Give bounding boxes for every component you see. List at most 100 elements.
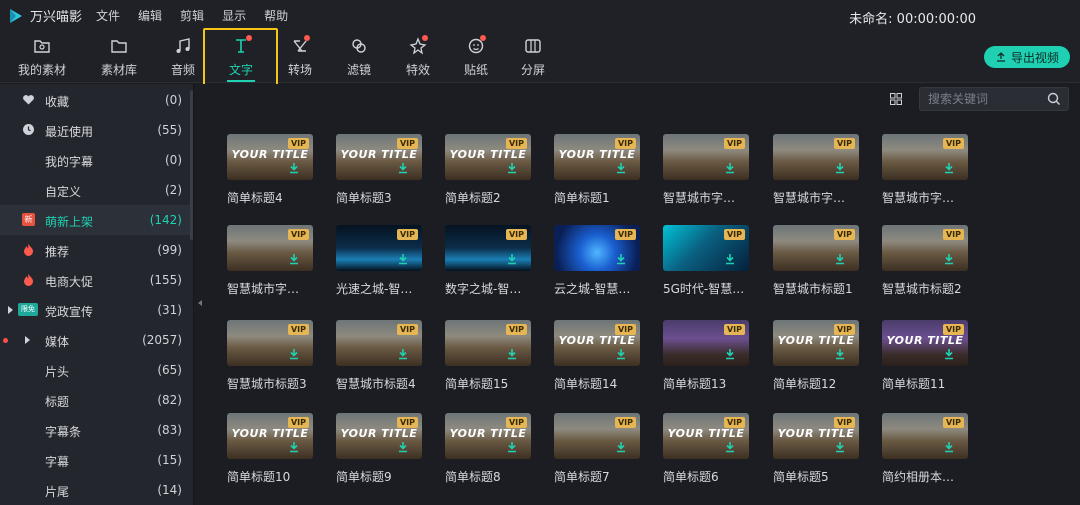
- template-tile[interactable]: YOUR TITLE VIP 简单标题8: [445, 413, 531, 491]
- download-icon[interactable]: [398, 348, 408, 360]
- menu-clip[interactable]: 剪辑: [180, 7, 204, 24]
- template-tile[interactable]: VIP 简单标题7: [554, 413, 640, 491]
- download-icon[interactable]: [507, 441, 517, 453]
- sidebar-item-ecommerce[interactable]: 电商大促 (155): [0, 265, 193, 295]
- menu-edit[interactable]: 编辑: [138, 7, 162, 24]
- download-icon[interactable]: [725, 348, 735, 360]
- menu-view[interactable]: 显示: [222, 7, 246, 24]
- template-tile[interactable]: VIP 光速之城-智…: [336, 225, 422, 303]
- template-tile[interactable]: VIP 简单标题13: [663, 320, 749, 398]
- template-tile[interactable]: VIP 简单标题15: [445, 320, 531, 398]
- sidebar-item-recommended[interactable]: 推荐 (99): [0, 235, 193, 265]
- download-icon[interactable]: [944, 348, 954, 360]
- sidebar-item-media[interactable]: 媒体 (2057): [0, 325, 193, 355]
- notification-dot: [3, 338, 8, 343]
- download-icon[interactable]: [944, 253, 954, 265]
- download-icon[interactable]: [835, 348, 845, 360]
- expand-arrow-icon[interactable]: [25, 336, 30, 344]
- download-icon[interactable]: [835, 253, 845, 265]
- template-tile[interactable]: YOUR TITLE VIP 简单标题6: [663, 413, 749, 491]
- search-box: [919, 87, 1069, 111]
- sidebar-item-lower-thirds[interactable]: 字幕条 (83): [0, 415, 193, 445]
- sidebar-item-intro[interactable]: 片头 (65): [0, 355, 193, 385]
- template-tile[interactable]: VIP 智慧城市字…: [227, 225, 313, 303]
- template-thumbnail: VIP: [336, 320, 422, 366]
- download-icon[interactable]: [507, 348, 517, 360]
- template-tile[interactable]: YOUR TITLE VIP 简单标题2: [445, 134, 531, 212]
- search-input[interactable]: [920, 88, 1040, 110]
- download-icon[interactable]: [616, 441, 626, 453]
- download-icon[interactable]: [289, 253, 299, 265]
- app-logo-icon: [10, 8, 22, 23]
- template-tile[interactable]: YOUR TITLE VIP 简单标题12: [773, 320, 859, 398]
- template-caption: 智慧城市标题1: [773, 282, 853, 296]
- title-overlay-text: YOUR TITLE: [558, 334, 636, 347]
- template-tile[interactable]: YOUR TITLE VIP 简单标题3: [336, 134, 422, 212]
- download-icon[interactable]: [616, 162, 626, 174]
- download-icon[interactable]: [835, 162, 845, 174]
- sidebar-item-credits[interactable]: 片尾 (14): [0, 475, 193, 505]
- search-icon[interactable]: [1047, 92, 1061, 106]
- template-tile[interactable]: YOUR TITLE VIP 简单标题9: [336, 413, 422, 491]
- template-tile[interactable]: VIP 云之城-智慧…: [554, 225, 640, 303]
- export-video-button[interactable]: 导出视频: [984, 46, 1070, 68]
- download-icon[interactable]: [289, 348, 299, 360]
- template-tile[interactable]: YOUR TITLE VIP 简单标题1: [554, 134, 640, 212]
- expand-arrow-icon[interactable]: [8, 306, 13, 314]
- collapse-arrow-icon[interactable]: [198, 300, 202, 306]
- template-tile[interactable]: VIP 智慧城市字…: [663, 134, 749, 212]
- sidebar-item-party-promo[interactable]: 限免 党政宣传 (31): [0, 295, 193, 325]
- download-icon[interactable]: [944, 162, 954, 174]
- template-tile[interactable]: VIP 智慧城市标题4: [336, 320, 422, 398]
- tab-audio[interactable]: 音频: [166, 31, 200, 81]
- grid-view-icon[interactable]: [890, 93, 902, 105]
- tab-my-media[interactable]: 我的素材: [14, 31, 70, 81]
- tab-effects[interactable]: 特效: [402, 31, 434, 81]
- download-icon[interactable]: [398, 441, 408, 453]
- tab-media-library[interactable]: 素材库: [96, 31, 142, 81]
- template-tile[interactable]: VIP 智慧城市标题2: [882, 225, 968, 303]
- download-icon[interactable]: [289, 441, 299, 453]
- sidebar-item-new-arrivals[interactable]: 新 萌新上架 (142): [0, 205, 193, 235]
- download-icon[interactable]: [616, 253, 626, 265]
- template-tile[interactable]: VIP 智慧城市标题1: [773, 225, 859, 303]
- template-tile[interactable]: YOUR TITLE VIP 简单标题14: [554, 320, 640, 398]
- panel-splitter[interactable]: [193, 84, 207, 505]
- tab-sticker[interactable]: 贴纸: [460, 31, 492, 81]
- download-icon[interactable]: [616, 348, 626, 360]
- download-icon[interactable]: [289, 162, 299, 174]
- vip-badge: VIP: [505, 229, 527, 240]
- download-icon[interactable]: [725, 253, 735, 265]
- download-icon[interactable]: [507, 253, 517, 265]
- download-icon[interactable]: [835, 441, 845, 453]
- download-icon[interactable]: [944, 441, 954, 453]
- menu-file[interactable]: 文件: [96, 7, 120, 24]
- template-tile[interactable]: YOUR TITLE VIP 简单标题4: [227, 134, 313, 212]
- download-icon[interactable]: [398, 162, 408, 174]
- template-tile[interactable]: VIP 智慧城市标题3: [227, 320, 313, 398]
- tab-split-screen[interactable]: 分屏: [517, 31, 549, 81]
- template-caption: 简单标题8: [445, 470, 501, 484]
- download-icon[interactable]: [725, 162, 735, 174]
- sidebar-item-recent[interactable]: 最近使用 (55): [0, 115, 193, 145]
- sidebar-item-custom[interactable]: 自定义 (2): [0, 175, 193, 205]
- sidebar-item-titles[interactable]: 标题 (82): [0, 385, 193, 415]
- new-badge-dot: [304, 35, 310, 41]
- template-tile[interactable]: VIP 智慧城市字…: [773, 134, 859, 212]
- download-icon[interactable]: [398, 253, 408, 265]
- tab-transition[interactable]: 转场: [284, 31, 316, 81]
- template-tile[interactable]: VIP 5G时代-智慧…: [663, 225, 749, 303]
- template-tile[interactable]: VIP 简约相册本…: [882, 413, 968, 491]
- template-tile[interactable]: YOUR TITLE VIP 简单标题11: [882, 320, 968, 398]
- download-icon[interactable]: [507, 162, 517, 174]
- template-tile[interactable]: VIP 智慧城市字…: [882, 134, 968, 212]
- tab-filter[interactable]: 滤镜: [342, 31, 376, 81]
- sidebar-item-favorites[interactable]: 收藏 (0): [0, 85, 193, 115]
- template-tile[interactable]: YOUR TITLE VIP 简单标题5: [773, 413, 859, 491]
- template-tile[interactable]: YOUR TITLE VIP 简单标题10: [227, 413, 313, 491]
- template-tile[interactable]: VIP 数字之城-智…: [445, 225, 531, 303]
- download-icon[interactable]: [725, 441, 735, 453]
- menu-help[interactable]: 帮助: [264, 7, 288, 24]
- sidebar-item-subtitles[interactable]: 字幕 (15): [0, 445, 193, 475]
- sidebar-item-my-subtitles[interactable]: 我的字幕 (0): [0, 145, 193, 175]
